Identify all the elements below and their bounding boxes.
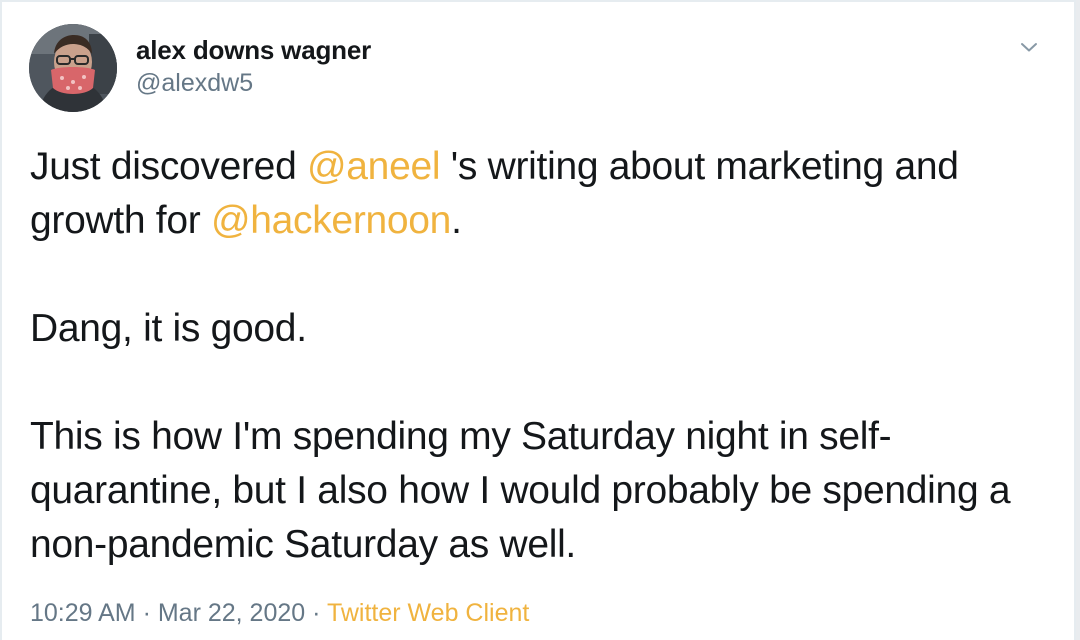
text-segment: . <box>451 199 462 242</box>
tweet-paragraph-2: Dang, it is good. <box>30 307 307 350</box>
user-handle[interactable]: @alexdw5 <box>136 69 371 97</box>
mention-link-hackernoon[interactable]: @hackernoon <box>211 199 451 242</box>
display-name[interactable]: alex downs wagner <box>136 35 371 65</box>
text-segment: Just discovered <box>30 145 307 188</box>
tweet-paragraph-3: This is how I'm spending my Saturday nig… <box>30 415 1011 566</box>
tweet-paragraph-1: Just discovered @aneel 's writing about … <box>30 140 1060 248</box>
tweet-text: Just discovered @aneel 's writing about … <box>30 140 1060 572</box>
avatar[interactable] <box>29 24 117 112</box>
author-info: alex downs wagner @alexdw5 <box>136 35 371 97</box>
separator: · <box>135 599 158 627</box>
separator: · <box>305 599 327 627</box>
tweet-card: alex downs wagner @alexdw5 Just discover… <box>0 0 1076 640</box>
tweet-date[interactable]: Mar 22, 2020 <box>158 599 305 627</box>
chevron-down-icon[interactable] <box>1017 35 1041 59</box>
source-link[interactable]: Twitter Web Client <box>327 599 529 627</box>
tweet-time[interactable]: 10:29 AM <box>30 599 136 627</box>
mention-link-aneel[interactable]: @aneel <box>307 145 441 188</box>
profile-photo-avatar <box>29 24 117 112</box>
tweet-metadata: 10:29 AM · Mar 22, 2020 · Twitter Web Cl… <box>30 596 529 630</box>
